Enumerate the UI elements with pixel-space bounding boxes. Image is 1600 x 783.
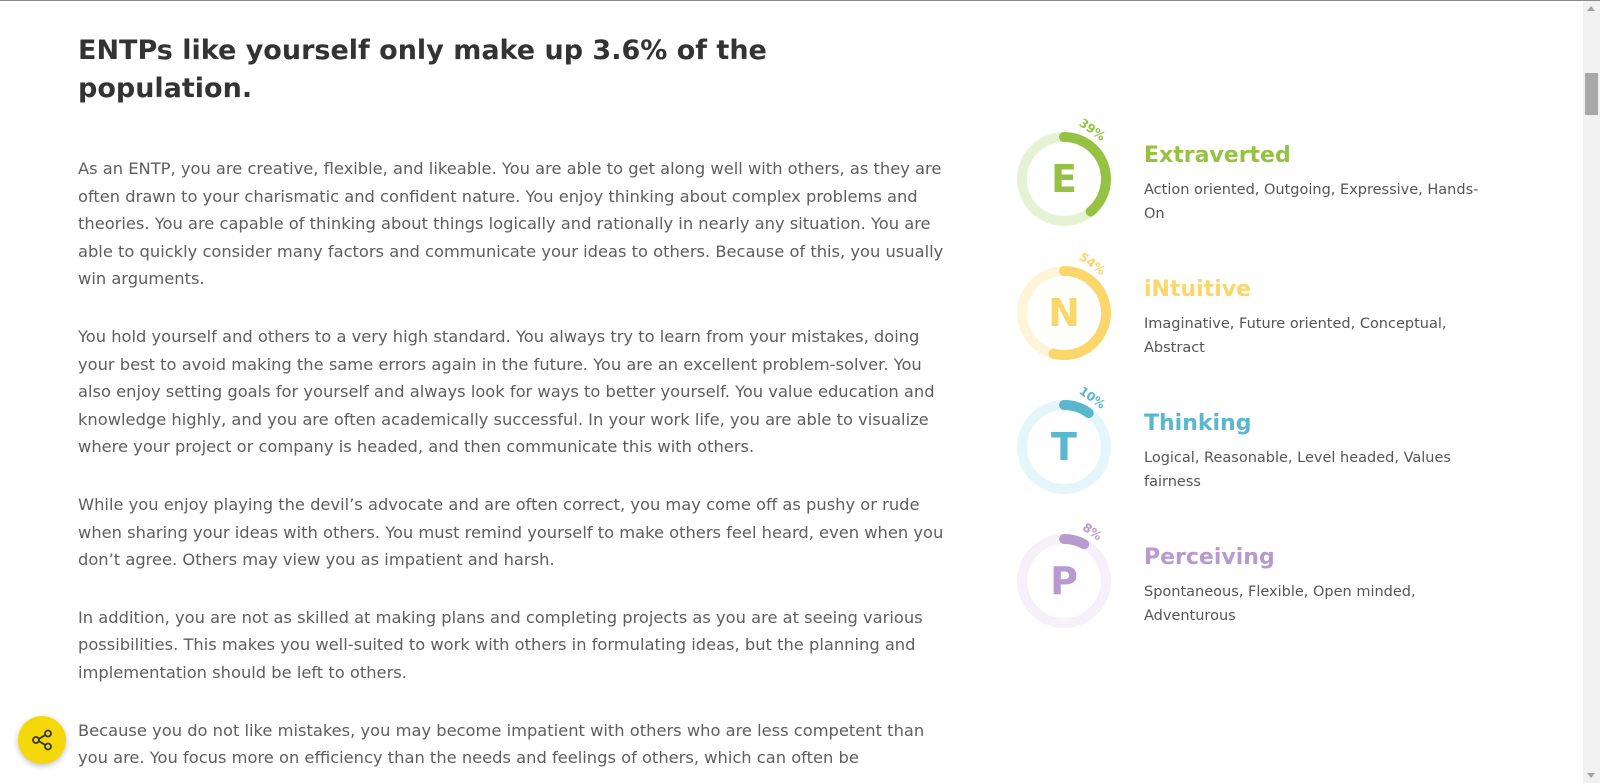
trait-name: Thinking bbox=[1144, 411, 1252, 436]
paragraph-planning: In addition, you are not as skilled at m… bbox=[78, 607, 923, 682]
scrollbar-thumb[interactable] bbox=[1585, 73, 1598, 115]
trait-letter: N bbox=[1048, 291, 1080, 335]
trait-letter: E bbox=[1051, 157, 1077, 201]
trait-description: Action oriented, Outgoing, Expressive, H… bbox=[1144, 182, 1479, 222]
share-icon bbox=[32, 729, 52, 751]
trait-ring-p: P8% bbox=[1017, 520, 1111, 628]
results-page: ENTPs like yourself only make up 3.6% of… bbox=[0, 0, 1583, 783]
trait-name: iNtuitive bbox=[1144, 277, 1251, 302]
trait-intuitive: N 54% iNtuitive Imaginative, Future orien… bbox=[1015, 250, 1495, 386]
share-button[interactable] bbox=[18, 716, 66, 764]
trait-description: Spontaneous, Flexible, Open minded, Adve… bbox=[1144, 584, 1416, 624]
trait-name: Perceiving bbox=[1144, 545, 1275, 570]
trait-ring-n: N54% bbox=[1017, 250, 1111, 360]
paragraph-overview: As an ENTP, you are creative, flexible, … bbox=[78, 159, 944, 289]
vertical-scrollbar[interactable] bbox=[1583, 1, 1600, 783]
paragraph-mistakes: Because you do not like mistakes, you ma… bbox=[78, 720, 925, 768]
trait-letter: T bbox=[1051, 425, 1077, 469]
trait-breakdown: E 39% Extraverted Action oriented, Outgoi… bbox=[1015, 116, 1495, 654]
trait-description: Imaginative, Future oriented, Conceptual… bbox=[1144, 316, 1447, 356]
trait-ring-e: E39% bbox=[1017, 116, 1111, 226]
trait-thinking: T 10% Thinking Logical, Reasonable, Level… bbox=[1015, 384, 1495, 520]
trait-name: Extraverted bbox=[1144, 143, 1291, 168]
trait-letter: P bbox=[1050, 559, 1078, 603]
paragraph-standards: You hold yourself and others to a very h… bbox=[78, 326, 935, 457]
trait-description: Logical, Reasonable, Level headed, Value… bbox=[1144, 450, 1451, 490]
scroll-up-arrow-icon[interactable] bbox=[1587, 6, 1595, 11]
page-title: ENTPs like yourself only make up 3.6% of… bbox=[78, 35, 767, 104]
trait-perceiving: P 8% Perceiving Spontaneous, Flexible, Op… bbox=[1015, 520, 1495, 654]
scroll-down-arrow-icon[interactable] bbox=[1587, 773, 1595, 778]
paragraph-devils-advocate: While you enjoy playing the devil’s advo… bbox=[78, 494, 944, 570]
description-article: As an ENTP, you are creative, flexible, … bbox=[78, 155, 958, 783]
trait-extraverted: E 39% Extraverted Action oriented, Outgoi… bbox=[1015, 116, 1495, 252]
trait-ring-t: T10% bbox=[1017, 384, 1111, 494]
